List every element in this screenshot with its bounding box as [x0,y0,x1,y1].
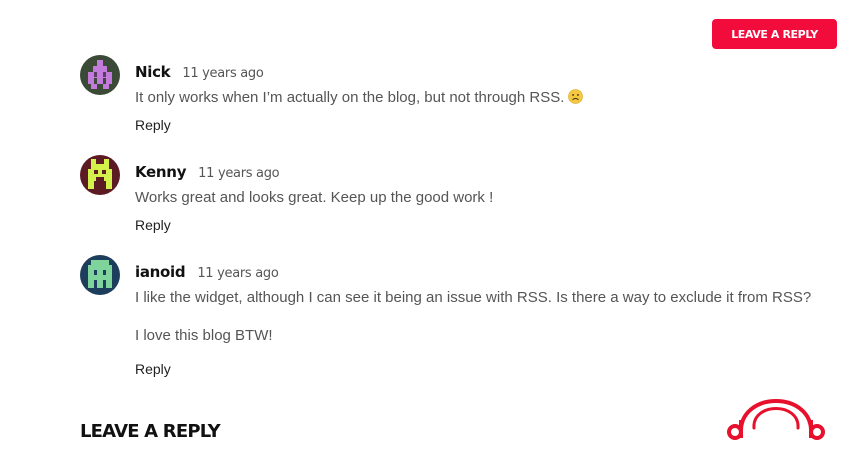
reply-link[interactable]: Reply [135,117,171,133]
comment-paragraph: I like the widget, although I can see it… [135,289,812,306]
headphones-logo-icon[interactable] [726,398,826,444]
comment-author[interactable]: Kenny [135,163,186,181]
sad-face-icon [568,89,584,104]
comment-time[interactable]: 11 years ago [197,266,278,281]
comment-text: It only works when I’m actually on the b… [135,89,815,107]
comment-time[interactable]: 11 years ago [182,66,263,81]
comment-paragraph: I love this blog BTW! [135,327,273,344]
identicon-kenny-icon [80,155,120,195]
leave-a-reply-heading: LEAVE A REPLY [80,421,221,442]
comment-time[interactable]: 11 years ago [198,166,279,181]
comment-paragraph: It only works when I’m actually on the b… [135,89,565,106]
comment-author[interactable]: ianoid [135,263,186,281]
comment-text: Works great and looks great. Keep up the… [135,189,815,207]
comment-paragraph: Works great and looks great. Keep up the… [135,189,494,206]
leave-a-reply-button[interactable]: LEAVE A REPLY [712,19,837,49]
reply-link[interactable]: Reply [135,217,171,233]
identicon-ianoid-icon [80,255,120,295]
comment-text: I like the widget, although I can see it… [135,289,815,345]
avatar[interactable] [80,255,120,295]
identicon-nick-icon [80,55,120,95]
avatar[interactable] [80,155,120,195]
reply-link[interactable]: Reply [135,361,171,377]
avatar[interactable] [80,55,120,95]
comment-author[interactable]: Nick [135,63,171,81]
